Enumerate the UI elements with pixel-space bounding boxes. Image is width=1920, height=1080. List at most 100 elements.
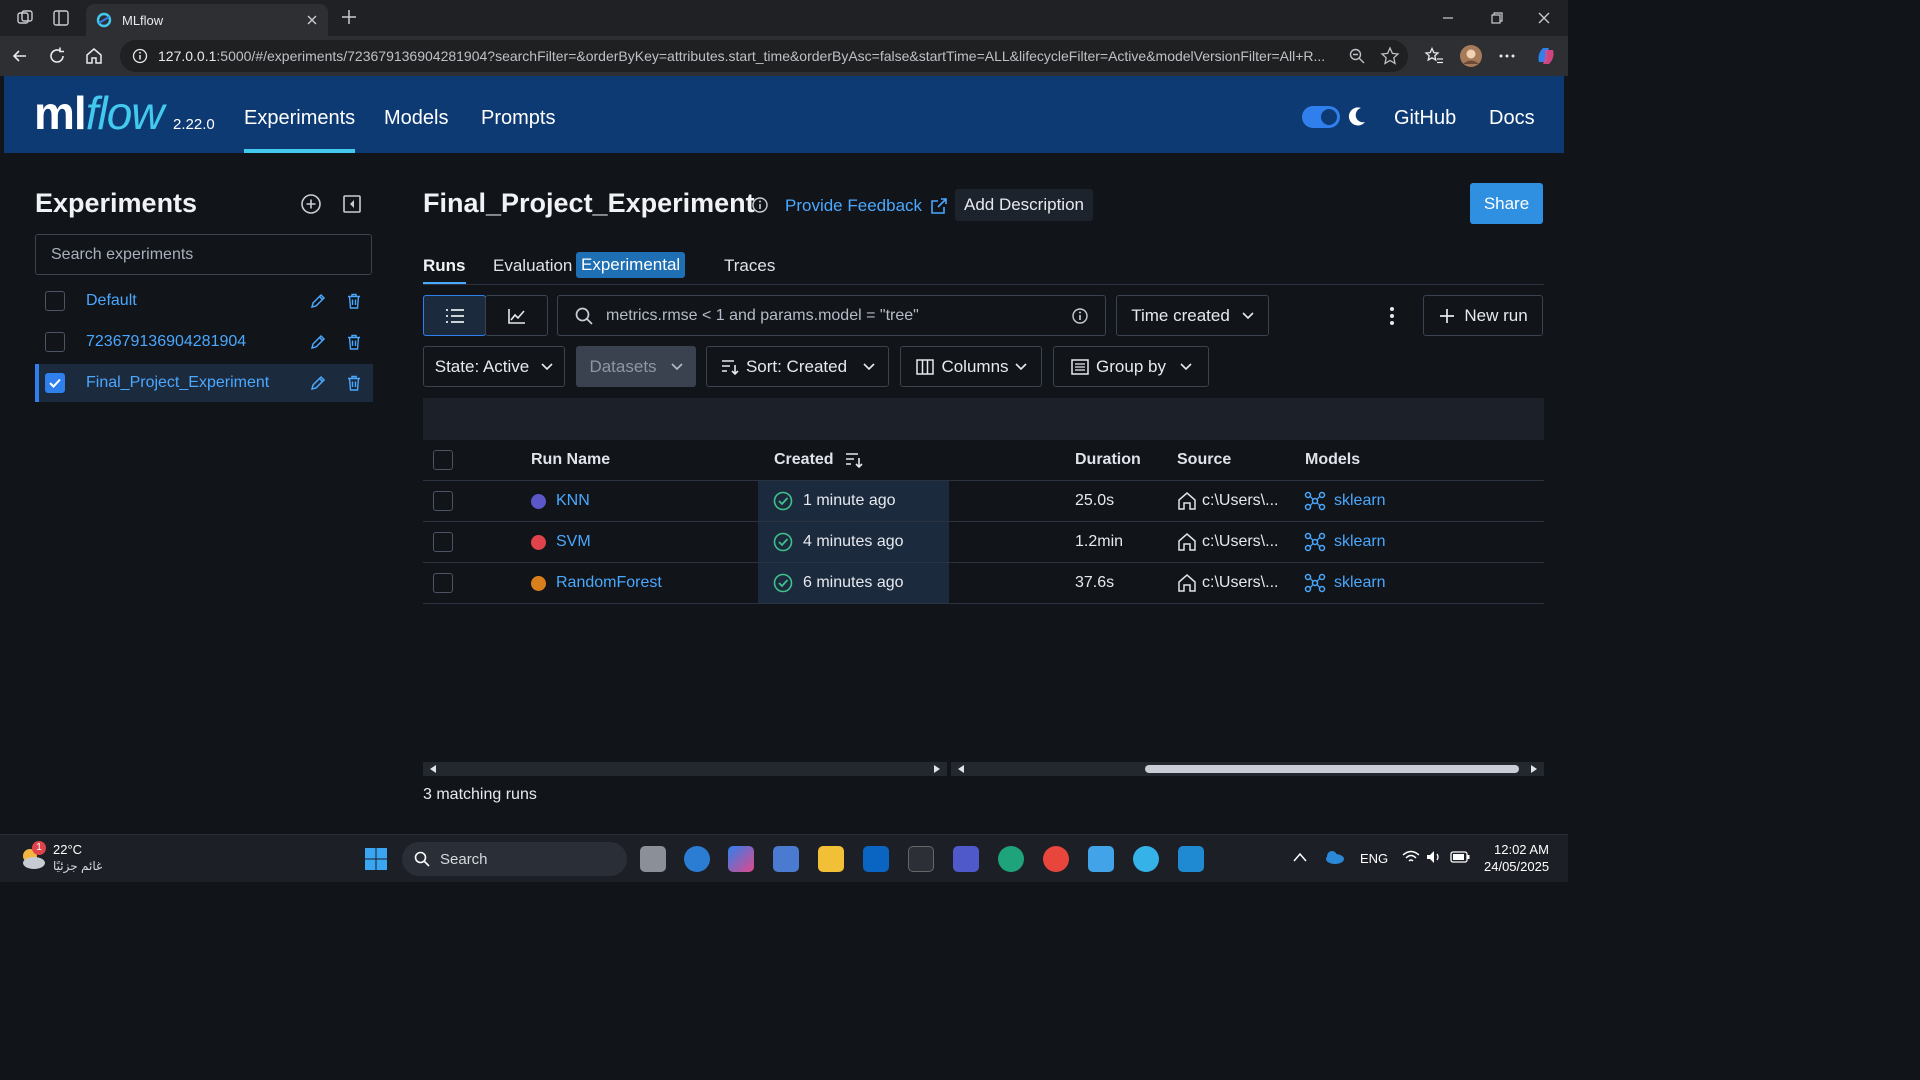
run-name-link[interactable]: RandomForest (556, 563, 662, 603)
experiment-item-final-project[interactable]: Final_Project_Experiment (35, 364, 373, 402)
teams-icon[interactable] (953, 846, 979, 872)
edit-icon[interactable] (309, 292, 327, 310)
model-link[interactable]: sklearn (1334, 522, 1386, 562)
vscode-icon[interactable] (1178, 846, 1204, 872)
terminal-icon[interactable] (908, 846, 934, 872)
created-time[interactable]: 1 minute ago (803, 481, 896, 521)
site-info-icon[interactable] (132, 48, 148, 64)
docs-link[interactable]: Docs (1489, 76, 1535, 153)
onedrive-icon[interactable] (1323, 850, 1345, 864)
experiment-checkbox[interactable] (45, 291, 65, 311)
delete-icon[interactable] (345, 292, 363, 310)
chat-app-icon[interactable] (1133, 846, 1159, 872)
sort-dropdown[interactable]: Sort: Created (706, 346, 889, 387)
sort-desc-icon[interactable] (844, 451, 864, 469)
more-menu-icon[interactable] (1497, 46, 1517, 66)
add-experiment-icon[interactable] (300, 193, 322, 215)
clock-date[interactable]: 24/05/2025 (1484, 859, 1549, 874)
favorite-star-icon[interactable] (1380, 46, 1400, 66)
collapse-sidebar-icon[interactable] (341, 193, 363, 215)
model-link[interactable]: sklearn (1334, 481, 1386, 521)
back-icon[interactable] (10, 46, 30, 66)
experiment-item-default[interactable]: Default (35, 282, 373, 320)
chevron-up-icon[interactable] (1293, 852, 1307, 862)
windows-start-icon[interactable] (364, 847, 388, 871)
tab-traces[interactable]: Traces (724, 256, 775, 276)
home-icon[interactable] (84, 46, 104, 66)
copilot-app-icon[interactable] (728, 846, 754, 872)
url-field[interactable]: 127.0.0.1:5000/#/experiments/72367913690… (120, 40, 1408, 72)
run-name-link[interactable]: KNN (556, 481, 590, 521)
nav-prompts[interactable]: Prompts (481, 76, 555, 153)
kebab-menu-icon[interactable] (1384, 305, 1400, 327)
search-experiments-input[interactable]: Search experiments (35, 234, 372, 275)
table-view-button[interactable] (423, 295, 486, 336)
wifi-icon[interactable] (1402, 850, 1420, 864)
edit-icon[interactable] (309, 333, 327, 351)
row-checkbox[interactable] (433, 491, 453, 511)
col-source[interactable]: Source (1177, 440, 1231, 480)
runs-search-input[interactable]: metrics.rmse < 1 and params.model = "tre… (557, 295, 1106, 336)
chart-view-button[interactable] (485, 295, 548, 336)
tab-evaluation[interactable]: Evaluation (493, 256, 572, 276)
profile-avatar-icon[interactable] (1459, 44, 1483, 68)
tab-runs[interactable]: Runs (423, 256, 466, 285)
info-icon[interactable] (751, 196, 769, 214)
row-checkbox[interactable] (433, 532, 453, 552)
battery-icon[interactable] (1450, 851, 1470, 863)
close-tab-icon[interactable] (306, 14, 318, 26)
scroll-left-icon[interactable] (957, 765, 965, 773)
reload-icon[interactable] (47, 46, 67, 66)
task-view-icon[interactable] (640, 846, 666, 872)
source-value[interactable]: c:\Users\... (1202, 522, 1278, 562)
restore-icon[interactable] (1490, 11, 1504, 25)
workspaces-icon[interactable] (16, 9, 34, 27)
model-link[interactable]: sklearn (1334, 563, 1386, 603)
new-tab-icon[interactable] (340, 8, 358, 26)
add-description-button[interactable]: Add Description (955, 189, 1093, 221)
table-row[interactable]: RandomForest 6 minutes ago 37.6s c:\User… (423, 563, 1544, 604)
close-window-icon[interactable] (1537, 11, 1551, 25)
scroll-right-icon[interactable] (933, 765, 941, 773)
store-icon[interactable] (773, 846, 799, 872)
meet-icon[interactable] (684, 846, 710, 872)
time-created-dropdown[interactable]: Time created (1116, 295, 1269, 336)
created-time[interactable]: 4 minutes ago (803, 522, 904, 562)
language-indicator[interactable]: ENG (1360, 851, 1388, 866)
scroll-right-icon[interactable] (1530, 765, 1538, 773)
file-explorer-icon[interactable] (818, 846, 844, 872)
copilot-icon[interactable] (1534, 44, 1558, 68)
table-row[interactable]: SVM 4 minutes ago 1.2min c:\Users\... sk… (423, 522, 1544, 563)
tab-actions-icon[interactable] (52, 9, 70, 27)
group-by-dropdown[interactable]: Group by (1053, 346, 1209, 387)
experiment-name[interactable]: Default (86, 292, 309, 310)
experiment-item-723679136904281904[interactable]: 723679136904281904 (35, 323, 373, 361)
source-value[interactable]: c:\Users\... (1202, 481, 1278, 521)
browser-tab[interactable]: MLflow (86, 4, 328, 36)
minimize-icon[interactable] (1441, 11, 1455, 25)
new-run-button[interactable]: New run (1423, 295, 1543, 336)
experiment-name[interactable]: Final_Project_Experiment (86, 374, 309, 392)
favorites-icon[interactable] (1424, 46, 1444, 66)
datasets-filter-dropdown[interactable]: Datasets (576, 346, 696, 387)
share-button[interactable]: Share (1470, 183, 1543, 224)
scroll-thumb[interactable] (1145, 765, 1519, 773)
select-all-checkbox[interactable] (433, 450, 453, 470)
experiment-checkbox-checked[interactable] (45, 373, 65, 393)
outlook-icon[interactable] (863, 846, 889, 872)
table-row[interactable]: KNN 1 minute ago 25.0s c:\Users\... skle… (423, 481, 1544, 522)
nav-experiments[interactable]: Experiments (244, 76, 356, 153)
edge-icon[interactable] (998, 846, 1024, 872)
mlflow-logo[interactable]: mlflow (34, 86, 164, 140)
created-time[interactable]: 6 minutes ago (803, 563, 904, 603)
col-created[interactable]: Created (774, 440, 864, 480)
col-duration[interactable]: Duration (1075, 440, 1141, 480)
github-link[interactable]: GitHub (1394, 76, 1456, 153)
experiment-checkbox[interactable] (45, 332, 65, 352)
left-horizontal-scrollbar[interactable] (423, 762, 947, 776)
zoom-icon[interactable] (1348, 47, 1366, 65)
run-name-link[interactable]: SVM (556, 522, 591, 562)
row-checkbox[interactable] (433, 573, 453, 593)
taskbar-search[interactable]: Search (402, 842, 627, 876)
clock-time[interactable]: 12:02 AM (1494, 842, 1549, 857)
